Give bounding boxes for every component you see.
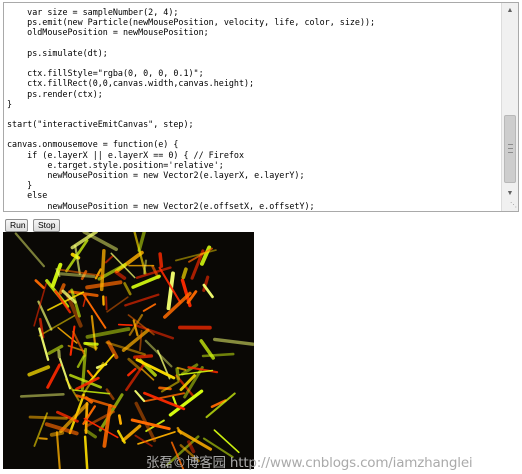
code-line <box>7 38 501 48</box>
vertical-scrollbar[interactable]: ▲ ▼ <box>501 3 518 211</box>
particle-trail <box>178 368 186 370</box>
scrollbar-thumb[interactable] <box>504 115 516 183</box>
watermark: 张磊©博客园 http://www.cnblogs.com/iamzhangle… <box>146 451 472 471</box>
particle-trail <box>59 351 60 357</box>
particle-trail <box>139 232 144 250</box>
particle-trails <box>3 232 254 469</box>
particle-trail <box>84 295 106 328</box>
code-line: ps.render(ctx); <box>7 89 501 99</box>
particle-trail <box>82 349 85 388</box>
code-editor[interactable]: var size = sampleNumber(2, 4); ps.emit(n… <box>3 2 519 212</box>
code-line <box>7 109 501 119</box>
code-line: e.target.style.position='relative'; <box>7 160 501 170</box>
code-text-area[interactable]: var size = sampleNumber(2, 4); ps.emit(n… <box>4 3 501 211</box>
code-line: var size = sampleNumber(2, 4); <box>7 7 501 17</box>
code-line: start("interactiveEmitCanvas", step); <box>7 119 501 129</box>
particle-trail <box>118 431 124 442</box>
particle-trail <box>106 297 107 309</box>
particle-trail <box>85 437 87 469</box>
particle-trail <box>30 417 66 418</box>
code-line: ps.simulate(dt); <box>7 48 501 58</box>
particle-trail <box>21 394 63 396</box>
code-line: newMousePosition = new Vector2(e.offsetX… <box>7 201 501 211</box>
particle-trail <box>116 272 124 278</box>
particle-trail <box>135 391 144 401</box>
scroll-up-arrow-icon[interactable]: ▲ <box>502 3 518 19</box>
particle-trail <box>40 316 75 336</box>
particle-trail <box>36 281 44 288</box>
particle-trail <box>138 432 175 444</box>
particle-trail <box>84 232 116 249</box>
particle-trail <box>57 432 60 469</box>
particle-trail <box>85 343 97 344</box>
code-line: else <box>7 190 501 200</box>
particle-trail <box>207 394 235 418</box>
particle-trail <box>125 295 158 306</box>
particle-trail <box>160 254 161 266</box>
particle-trail <box>16 234 44 267</box>
particle-trail <box>176 250 216 260</box>
particle-trail <box>89 355 114 383</box>
code-line: newMousePosition = new Vector2(e.layerX,… <box>7 170 501 180</box>
stop-button[interactable]: Stop <box>33 219 60 232</box>
code-line: } <box>7 180 501 190</box>
code-line: if (e.layerX || e.layerX == 0) { // Fire… <box>7 150 501 160</box>
particle-trail <box>124 330 148 350</box>
particle-trail <box>102 251 104 290</box>
particle-trail <box>73 332 85 356</box>
particle-trail <box>123 426 140 440</box>
particle-trail <box>214 430 238 452</box>
particle-trail <box>135 356 152 357</box>
particle-trail <box>125 283 131 294</box>
particle-trail <box>106 256 113 262</box>
code-line: ps.emit(new Particle(newMousePosition, v… <box>7 17 501 27</box>
particle-trail <box>215 339 253 344</box>
particle-trail <box>177 369 178 379</box>
particle-trail <box>183 269 186 277</box>
code-line: ctx.fillStyle="rgba(0, 0, 0, 0.1)"; <box>7 68 501 78</box>
code-line <box>7 129 501 139</box>
particle-trail <box>128 369 135 375</box>
code-line: canvas.onmousemove = function(e) { <box>7 139 501 149</box>
particle-trail <box>144 304 156 311</box>
code-line: ctx.fillRect(0,0,canvas.width,canvas.hei… <box>7 78 501 88</box>
particle-trail <box>119 416 120 424</box>
code-line: oldMousePosition = newMousePosition; <box>7 27 501 37</box>
particle-trail <box>104 406 110 446</box>
scroll-down-arrow-icon[interactable]: ▼ <box>502 186 518 202</box>
resize-grip-icon[interactable]: ⋱ <box>509 202 517 210</box>
particle-trail <box>140 331 142 350</box>
code-line <box>7 58 501 68</box>
particle-trail <box>88 371 92 377</box>
particle-trail <box>40 438 47 439</box>
particle-trail <box>203 354 233 356</box>
particle-trail <box>73 390 109 394</box>
particle-trail <box>29 367 48 375</box>
grip-icon <box>508 144 513 153</box>
particle-trail <box>119 325 132 326</box>
interactive-emit-canvas[interactable] <box>3 232 254 469</box>
code-line: } <box>7 99 501 109</box>
run-button[interactable]: Run <box>5 219 28 232</box>
